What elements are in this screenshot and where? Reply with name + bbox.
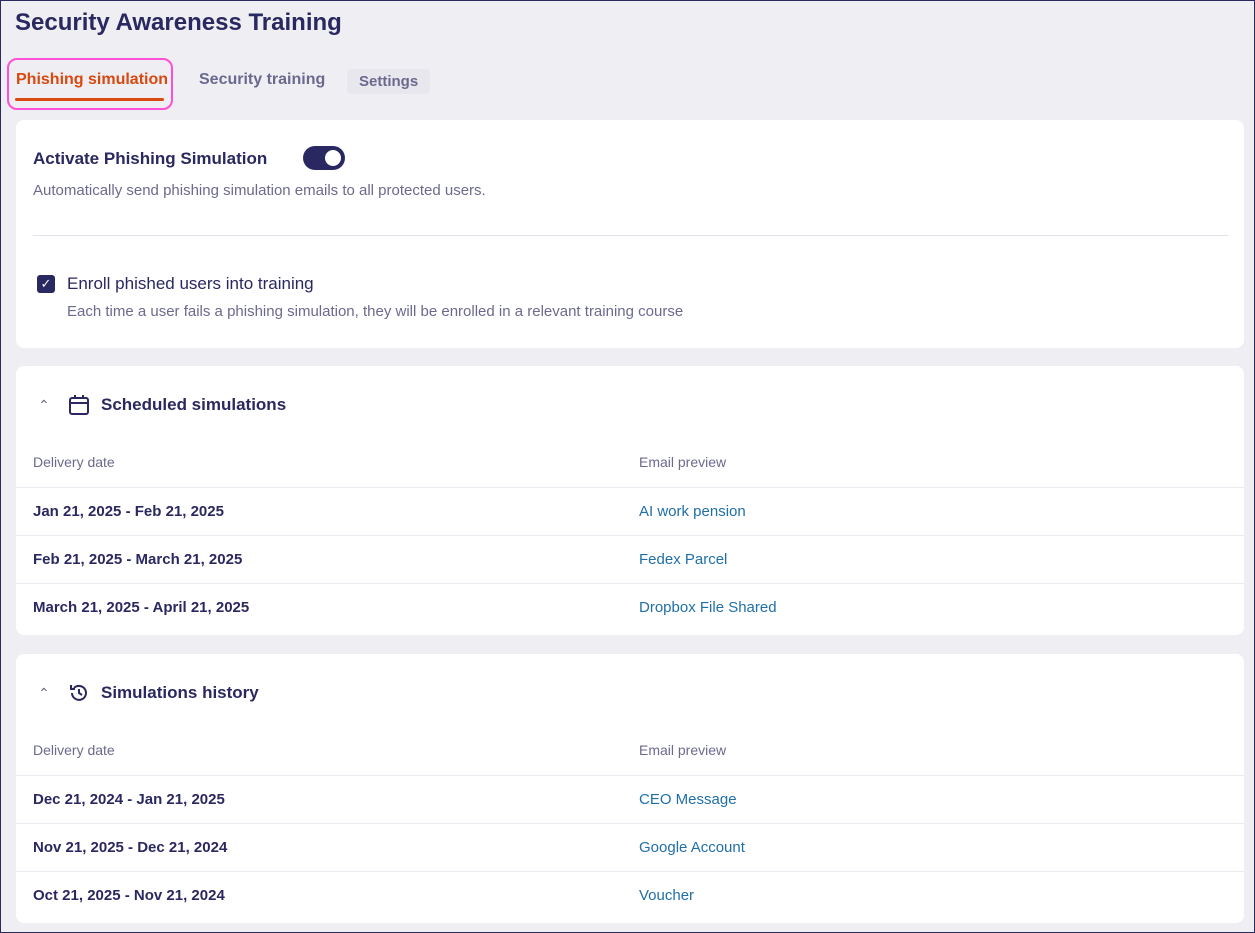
table-row: Dec 21, 2024 - Jan 21, 2025 CEO Message [16,775,1244,823]
column-header-delivery-date: Delivery date [33,454,115,470]
delivery-date: Oct 21, 2025 - Nov 21, 2024 [33,887,225,904]
delivery-date: Dec 21, 2024 - Jan 21, 2025 [33,791,225,808]
table-row: Feb 21, 2025 - March 21, 2025 Fedex Parce… [16,535,1244,583]
enroll-description: Each time a user fails a phishing simula… [67,303,684,320]
email-preview-link[interactable]: Voucher [639,887,694,904]
enroll-checkbox[interactable]: ✓ [37,275,55,293]
email-preview-link[interactable]: AI work pension [639,503,746,520]
section-title: Simulations history [101,683,259,702]
column-header-email-preview: Email preview [639,742,727,758]
column-header-email-preview: Email preview [639,454,727,470]
divider [33,235,1228,236]
chevron-up-icon[interactable]: ⌃ [38,397,50,414]
page-title: Security Awareness Training [15,9,342,36]
tab-phishing-simulation[interactable]: Phishing simulation [16,71,168,89]
email-preview-link[interactable]: Google Account [639,839,745,856]
scheduled-simulations-card: ⌃ Scheduled simulations Delivery date Em… [16,366,1244,635]
activation-card: Activate Phishing Simulation Automatical… [16,120,1244,348]
activate-label: Activate Phishing Simulation [33,149,268,168]
table-row: Jan 21, 2025 - Feb 21, 2025 AI work pensi… [16,487,1244,535]
simulations-history-card: ⌃ Simulations history Delivery date Emai… [16,654,1244,923]
table-row: Nov 21, 2025 - Dec 21, 2024 Google Accoun… [16,823,1244,871]
tab-settings[interactable]: Settings [347,69,431,94]
activate-description: Automatically send phishing simulation e… [33,182,486,199]
email-preview-link[interactable]: Fedex Parcel [639,551,727,568]
table-row: March 21, 2025 - April 21, 2025 Dropbox F… [16,583,1244,631]
tab-security-training[interactable]: Security training [199,71,325,89]
history-icon [70,684,87,701]
delivery-date: March 21, 2025 - April 21, 2025 [33,599,250,616]
active-tab-underline [15,98,164,101]
enroll-label[interactable]: Enroll phished users into training [67,274,314,294]
check-icon: ✓ [40,276,52,291]
table-row: Oct 21, 2025 - Nov 21, 2024 Voucher [16,871,1244,919]
chevron-up-icon[interactable]: ⌃ [38,685,50,702]
delivery-date: Jan 21, 2025 - Feb 21, 2025 [33,503,224,520]
calendar-icon [69,395,89,415]
column-header-delivery-date: Delivery date [33,742,115,758]
section-title: Scheduled simulations [101,395,287,414]
delivery-date: Nov 21, 2025 - Dec 21, 2024 [33,839,228,856]
delivery-date: Feb 21, 2025 - March 21, 2025 [33,551,243,568]
email-preview-link[interactable]: CEO Message [639,791,737,808]
email-preview-link[interactable]: Dropbox File Shared [639,599,777,616]
activate-toggle[interactable] [303,146,345,170]
